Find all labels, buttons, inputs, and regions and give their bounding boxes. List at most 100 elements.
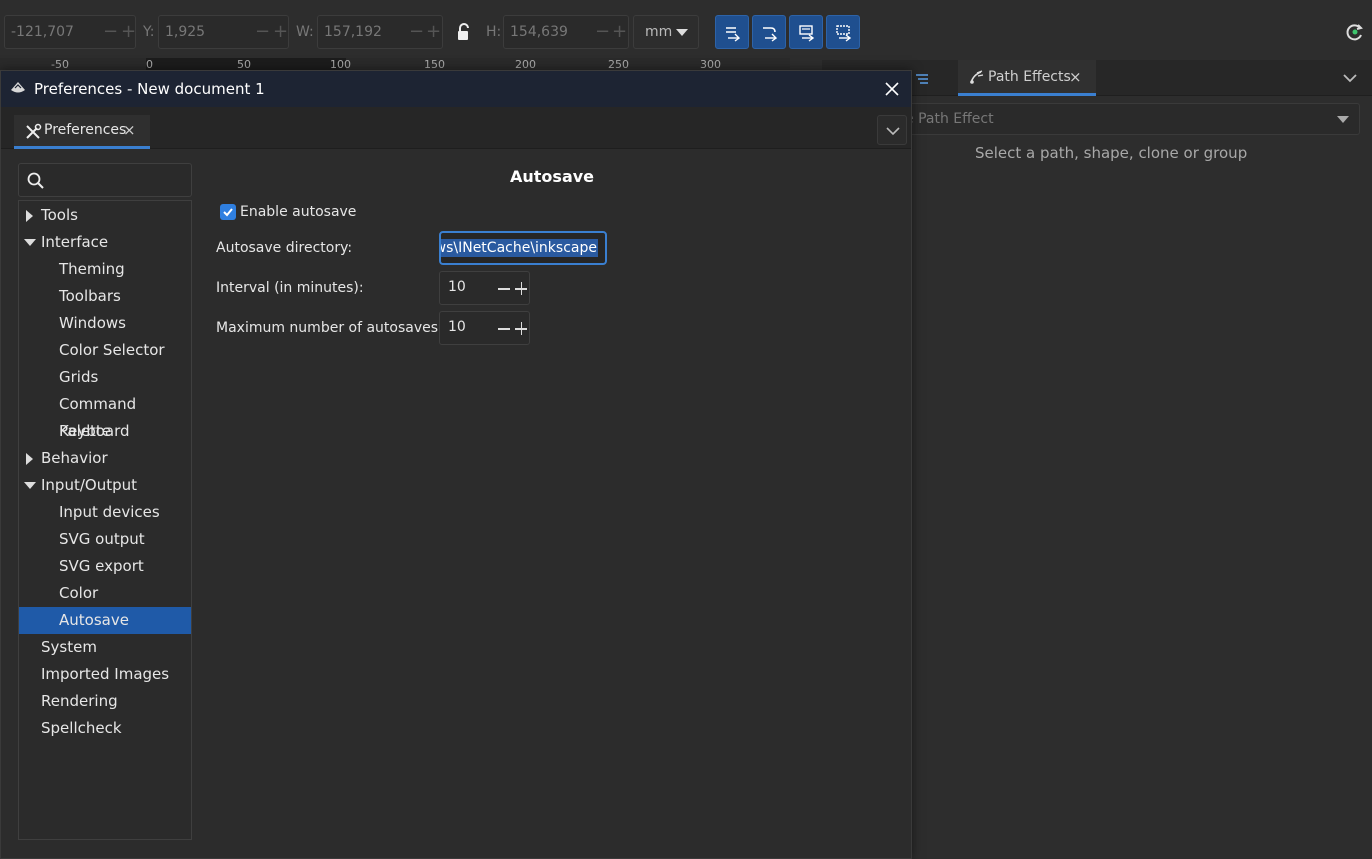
w-spinbox[interactable]: 157,192 − + bbox=[317, 15, 443, 49]
max-autosaves-spinbox[interactable]: 10 bbox=[439, 311, 530, 345]
inkscape-app: -121,707 − + Y: 1,925 − + W: 157,192 − +… bbox=[0, 0, 1372, 859]
lock-icon[interactable] bbox=[456, 23, 472, 41]
tree-item-label: Imported Images bbox=[41, 665, 170, 683]
max-autosaves-label: Maximum number of autosaves: bbox=[216, 320, 443, 336]
interval-label: Interval (in minutes): bbox=[216, 280, 364, 296]
tree-item[interactable]: Input/Output bbox=[19, 472, 191, 499]
w-plus-icon[interactable]: + bbox=[426, 16, 441, 48]
y-spinbox[interactable]: 1,925 − + bbox=[158, 15, 289, 49]
tools-icon bbox=[26, 123, 42, 139]
minus-icon[interactable] bbox=[498, 328, 510, 330]
tree-item[interactable]: Toolbars bbox=[19, 283, 191, 310]
snap-toggle-icon[interactable] bbox=[1345, 22, 1365, 42]
enable-autosave-label[interactable]: Enable autosave bbox=[240, 204, 356, 220]
tree-item[interactable]: Imported Images bbox=[19, 661, 191, 688]
tree-item-label: System bbox=[41, 638, 97, 656]
h-label: H: bbox=[486, 24, 502, 40]
tree-item[interactable]: Color Selector bbox=[19, 337, 191, 364]
tree-item[interactable]: Autosave bbox=[19, 607, 191, 634]
chevron-down-icon[interactable] bbox=[1342, 72, 1358, 84]
tab-path-effects-label: Path Effects bbox=[988, 69, 1071, 85]
tree-item-label: Theming bbox=[59, 260, 125, 278]
tree-item-label: Toolbars bbox=[59, 287, 121, 305]
autosave-directory-input[interactable]: ws\INetCache\inkscape bbox=[439, 231, 607, 265]
tree-item[interactable]: Interface bbox=[19, 229, 191, 256]
w-label: W: bbox=[296, 24, 314, 40]
preferences-tree: Tools Interface Theming Toolbars Windows Colo… bbox=[18, 200, 192, 840]
close-icon[interactable]: × bbox=[123, 121, 136, 139]
move-patterns-button[interactable] bbox=[826, 15, 860, 49]
tree-item[interactable]: Behavior bbox=[19, 445, 191, 472]
move-gradients-button[interactable] bbox=[789, 15, 823, 49]
enable-autosave-checkbox[interactable] bbox=[220, 204, 236, 220]
preferences-search-input[interactable] bbox=[18, 163, 192, 197]
tree-item[interactable]: Theming bbox=[19, 256, 191, 283]
expander-open-icon[interactable] bbox=[24, 482, 36, 489]
tree-item-label: Color Selector bbox=[59, 341, 165, 359]
x-spinbox[interactable]: -121,707 − + bbox=[4, 15, 136, 49]
y-plus-icon[interactable]: + bbox=[273, 16, 288, 48]
tree-item[interactable]: Rendering bbox=[19, 688, 191, 715]
tree-item-label: Input/Output bbox=[41, 476, 137, 494]
search-icon bbox=[27, 172, 44, 189]
tree-item[interactable]: Keyboard bbox=[19, 418, 191, 445]
tree-item[interactable]: SVG output bbox=[19, 526, 191, 553]
select-toolbar: -121,707 − + Y: 1,925 − + W: 157,192 − +… bbox=[0, 0, 1372, 62]
w-value: 157,192 bbox=[324, 24, 382, 40]
expander-closed-icon[interactable] bbox=[26, 210, 33, 222]
layers-icon[interactable] bbox=[914, 71, 930, 85]
plus-icon[interactable] bbox=[520, 282, 522, 295]
h-plus-icon[interactable]: + bbox=[612, 16, 627, 48]
chevron-down-icon bbox=[1337, 116, 1349, 123]
unit-select[interactable]: mm bbox=[633, 15, 699, 49]
tree-item[interactable]: System bbox=[19, 634, 191, 661]
window-close-icon[interactable] bbox=[883, 80, 901, 98]
scale-stroke-button[interactable] bbox=[715, 15, 749, 49]
chevron-down-icon bbox=[886, 127, 900, 136]
tree-item-label: SVG output bbox=[59, 530, 145, 548]
x-minus-icon[interactable]: − bbox=[103, 16, 118, 48]
y-minus-icon[interactable]: − bbox=[255, 16, 270, 48]
gradient-icon bbox=[799, 25, 815, 42]
tree-item[interactable]: SVG export bbox=[19, 553, 191, 580]
y-value: 1,925 bbox=[165, 24, 206, 40]
scale-corners-button[interactable] bbox=[752, 15, 786, 49]
tree-item-label: Tools bbox=[41, 206, 78, 224]
tab-menu-button[interactable] bbox=[877, 115, 907, 145]
tree-item[interactable]: Color management bbox=[19, 580, 191, 629]
window-titlebar[interactable]: Preferences - New document 1 bbox=[1, 71, 911, 107]
tree-item-label: Interface bbox=[41, 233, 109, 251]
scale-stroke-icon bbox=[726, 27, 741, 42]
tree-item[interactable]: Command Palette bbox=[19, 391, 191, 440]
y-label: Y: bbox=[143, 24, 155, 40]
tab-preferences[interactable]: Preferences × bbox=[14, 115, 150, 149]
expander-open-icon[interactable] bbox=[24, 239, 36, 246]
path-effect-select[interactable]: e Path Effect bbox=[904, 103, 1360, 135]
tree-item-label: Spellcheck bbox=[41, 719, 122, 737]
w-minus-icon[interactable]: − bbox=[409, 16, 424, 48]
h-value: 154,639 bbox=[510, 24, 568, 40]
autosave-directory-value: ws\INetCache\inkscape bbox=[441, 239, 598, 257]
tree-item[interactable]: Input devices bbox=[19, 499, 191, 526]
max-autosaves-value: 10 bbox=[448, 319, 466, 335]
tree-item-label: SVG export bbox=[59, 557, 144, 575]
autosave-directory-label: Autosave directory: bbox=[216, 240, 353, 256]
tree-item[interactable]: Tools bbox=[19, 202, 191, 229]
close-icon[interactable]: × bbox=[1069, 68, 1082, 86]
tree-item-label: Autosave bbox=[59, 611, 129, 629]
x-plus-icon[interactable]: + bbox=[121, 16, 136, 48]
window-tabbar: Preferences × bbox=[1, 107, 911, 149]
tree-item[interactable]: Spellcheck bbox=[19, 715, 191, 742]
tree-item[interactable]: Windows bbox=[19, 310, 191, 337]
tree-item[interactable]: Grids bbox=[19, 364, 191, 391]
h-minus-icon[interactable]: − bbox=[595, 16, 610, 48]
plus-icon[interactable] bbox=[520, 322, 522, 335]
tree-item-label: Windows bbox=[59, 314, 126, 332]
minus-icon[interactable] bbox=[498, 288, 510, 290]
expander-closed-icon[interactable] bbox=[26, 453, 33, 465]
path-effect-select-text: e Path Effect bbox=[905, 111, 994, 127]
h-spinbox[interactable]: 154,639 − + bbox=[503, 15, 629, 49]
interval-spinbox[interactable]: 10 bbox=[439, 271, 530, 305]
tree-item-label: Input devices bbox=[59, 503, 160, 521]
tab-path-effects[interactable]: Path Effects × bbox=[958, 60, 1096, 96]
